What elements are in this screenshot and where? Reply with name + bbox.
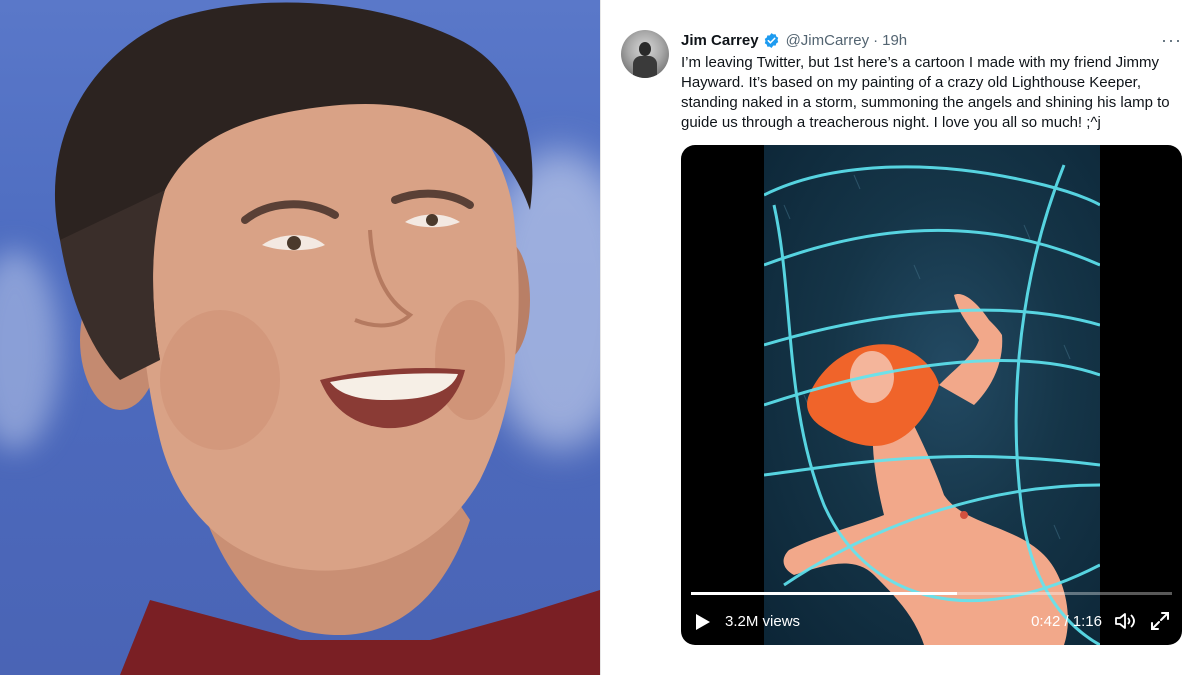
time-readout: 0:42 / 1:16	[1031, 613, 1102, 630]
separator-dot: ·	[873, 31, 879, 49]
more-horizontal-icon[interactable]: ···	[1161, 30, 1182, 51]
verified-badge-icon	[763, 32, 780, 49]
author-handle[interactable]: @JimCarrey	[786, 32, 870, 49]
fullscreen-icon[interactable]	[1150, 611, 1170, 635]
portrait-illustration	[54, 2, 600, 675]
tweet-header: Jim Carrey @JimCarrey · 19h	[681, 29, 907, 51]
progress-bar[interactable]	[691, 592, 1172, 595]
video-frame	[763, 145, 1101, 645]
portrait-photo	[0, 0, 600, 675]
avatar[interactable]	[621, 30, 669, 78]
play-icon[interactable]	[695, 613, 711, 635]
video-player[interactable]: 3.2M views 0:42 / 1:16	[681, 145, 1182, 645]
volume-icon[interactable]	[1114, 611, 1136, 635]
cartoon-lighthouse-keeper	[763, 164, 1101, 645]
progress-fill	[691, 592, 957, 595]
tweet-card: Jim Carrey @JimCarrey · 19h ··· I’m leav…	[600, 0, 1200, 675]
view-count: 3.2M views	[725, 613, 801, 630]
video-controls: 3.2M views 0:42 / 1:16	[681, 607, 1182, 637]
tweet-text: I’m leaving Twitter, but 1st here’s a ca…	[681, 54, 1170, 131]
author-name[interactable]: Jim Carrey	[681, 32, 759, 49]
tweet-timestamp[interactable]: 19h	[882, 32, 907, 49]
